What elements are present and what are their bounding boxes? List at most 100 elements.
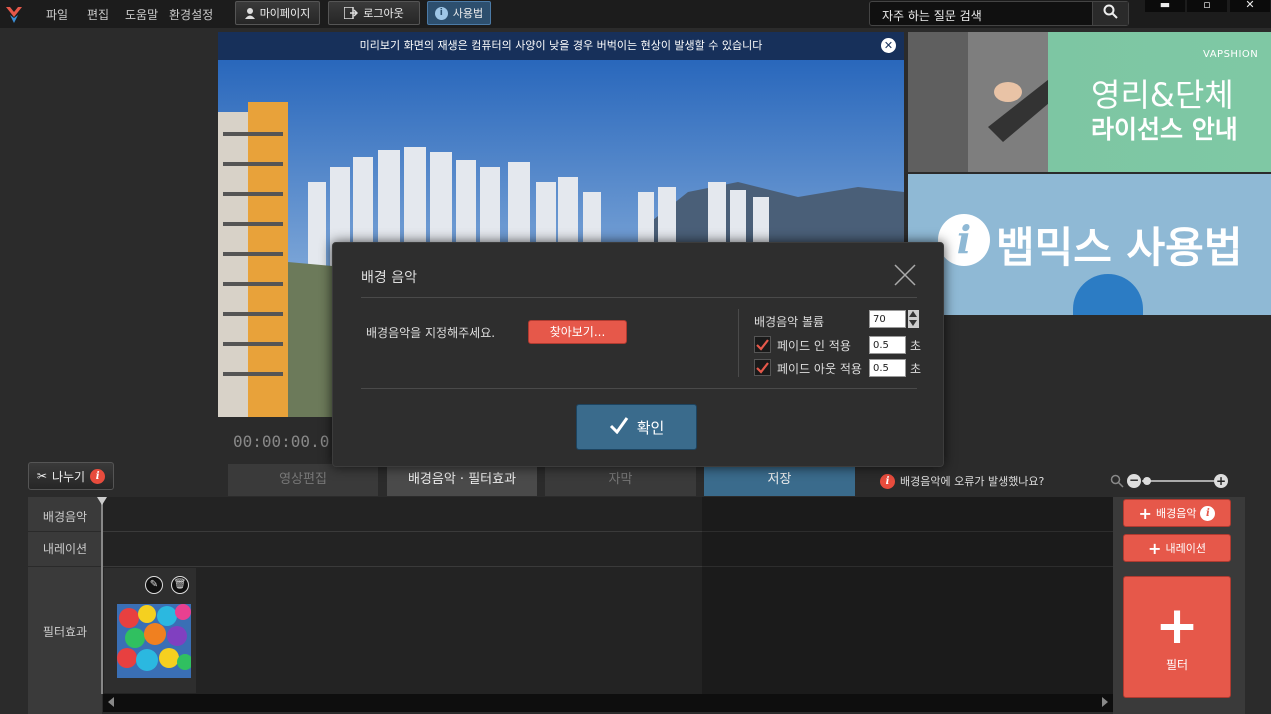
dialog-prompt: 배경음악을 지정해주세요. xyxy=(366,326,496,340)
fade-in-checkbox[interactable] xyxy=(754,336,771,353)
howto-button[interactable]: i 사용법 xyxy=(427,1,491,25)
close-window-button[interactable]: ✕ xyxy=(1230,0,1270,12)
error-note-text: 배경음악에 오류가 발생했나요? xyxy=(900,475,1045,488)
checkmark-icon xyxy=(755,360,770,379)
volume-input[interactable]: 70 xyxy=(869,310,906,328)
mypage-button[interactable]: 마이페이지 xyxy=(235,1,320,25)
fade-out-checkbox[interactable] xyxy=(754,359,771,376)
howto-ad-banner[interactable]: i 뱁믹스 사용법 xyxy=(908,174,1271,315)
add-bgm-label: 배경음악 xyxy=(1155,507,1197,520)
menu-file[interactable]: 파일 xyxy=(46,6,68,23)
error-info-icon: i xyxy=(880,473,895,489)
timeline-zoom: − + xyxy=(1110,473,1230,489)
timeline-empty-region xyxy=(702,497,1113,694)
notice-close-icon[interactable]: ✕ xyxy=(881,38,896,53)
playhead[interactable] xyxy=(101,497,103,694)
howto-label: 사용법 xyxy=(452,7,484,20)
maximize-button[interactable]: ▫ xyxy=(1187,0,1227,12)
add-bgm-info-icon[interactable]: i xyxy=(1200,505,1216,521)
dialog-title: 배경 음악 xyxy=(361,270,417,286)
scroll-left-icon[interactable] xyxy=(108,697,114,707)
browse-button[interactable]: 찾아보기... xyxy=(528,320,627,344)
volume-spinner[interactable] xyxy=(908,310,919,328)
spin-down-icon[interactable] xyxy=(909,320,917,326)
edit-clip-icon[interactable]: ✎ xyxy=(145,576,163,594)
menu-edit[interactable]: 편집 xyxy=(87,6,109,23)
user-icon xyxy=(244,7,255,19)
faq-search-input[interactable]: 자주 하는 질문 검색 xyxy=(869,1,1129,26)
fade-out-unit: 초 xyxy=(910,362,922,376)
dialog-vertical-divider xyxy=(738,309,739,377)
search-button[interactable] xyxy=(1092,2,1128,25)
scissors-icon: ✂ xyxy=(36,469,47,483)
fade-in-input[interactable]: 0.5 xyxy=(869,336,906,354)
search-placeholder: 자주 하는 질문 검색 xyxy=(882,9,982,23)
checkmark-icon xyxy=(755,337,770,356)
add-bgm-button[interactable]: + 배경음악 i xyxy=(1123,499,1231,527)
plus-icon: + xyxy=(1138,503,1152,523)
bgm-error-link[interactable]: i 배경음악에 오류가 발생했나요? xyxy=(880,473,1044,489)
menu-help[interactable]: 도움말 xyxy=(125,6,158,23)
scroll-right-icon[interactable] xyxy=(1102,697,1108,707)
split-label: 나누기 xyxy=(51,469,86,484)
license-ad-banner[interactable]: VAPSHION 영리&단체 라이선스 안내 xyxy=(908,32,1271,172)
add-filter-label: 필터 xyxy=(1165,657,1189,672)
confirm-button[interactable]: 확인 xyxy=(576,404,697,450)
split-info-icon[interactable]: i xyxy=(90,468,106,484)
add-narration-label: 내레이션 xyxy=(1165,542,1206,555)
playhead-marker[interactable] xyxy=(97,497,107,505)
tab-video-edit[interactable]: 영상편집 xyxy=(228,464,378,496)
timeline-scrollbar[interactable] xyxy=(103,694,1113,712)
add-narration-button[interactable]: + 내레이션 xyxy=(1123,534,1231,562)
tab-subtitle[interactable]: 자막 xyxy=(545,464,696,496)
info-circle-icon: i xyxy=(938,214,990,266)
logout-label: 로그아웃 xyxy=(363,7,404,20)
add-track-panel: + 배경음악 i + 내레이션 + 필터 xyxy=(1113,497,1245,714)
tab-save[interactable]: 저장 xyxy=(704,464,855,496)
zoom-search-icon xyxy=(1110,473,1124,492)
balloons-thumbnail xyxy=(117,604,191,678)
split-button[interactable]: ✂ 나누기 i xyxy=(28,462,114,490)
mypage-label: 마이페이지 xyxy=(259,7,311,20)
logout-button[interactable]: 로그아웃 xyxy=(328,1,420,25)
confirm-label: 확인 xyxy=(636,418,665,437)
fade-out-label: 페이드 아웃 적용 xyxy=(777,362,862,376)
add-filter-button[interactable]: + 필터 xyxy=(1123,576,1231,698)
minimize-button[interactable]: ▬ xyxy=(1145,0,1185,12)
logout-icon xyxy=(343,6,359,20)
ad-howto-title: 뱁믹스 사용법 xyxy=(996,223,1243,272)
large-plus-icon: + xyxy=(1155,595,1199,656)
track-label-filter: 필터효과 xyxy=(42,625,88,639)
fade-out-input[interactable]: 0.5 xyxy=(869,359,906,377)
track-label-narration: 내레이션 xyxy=(42,542,88,556)
tab-bgm-filter[interactable]: 배경음악 · 필터효과 xyxy=(387,464,537,496)
zoom-in-icon[interactable]: + xyxy=(1214,474,1228,488)
app-logo-icon xyxy=(4,3,24,25)
preview-notice-text: 미리보기 화면의 재생은 컴퓨터의 사양이 낮을 경우 버벅이는 현상이 발생할… xyxy=(359,39,763,52)
preview-notice-banner: 미리보기 화면의 재생은 컴퓨터의 사양이 낮을 경우 버벅이는 현상이 발생할… xyxy=(218,32,904,60)
bird-illustration xyxy=(1073,274,1143,315)
ad-license-line2: 라이선스 안내 xyxy=(1091,115,1238,144)
spin-up-icon[interactable] xyxy=(909,311,917,317)
dialog-divider-bottom xyxy=(361,388,917,389)
businessman-illustration xyxy=(908,32,1048,172)
ad-brand: VAPSHION xyxy=(1203,49,1259,60)
bgm-dialog: 배경 음악 배경음악을 지정해주세요. 찾아보기... 배경음악 볼륨 70 페… xyxy=(332,242,944,467)
fade-in-unit: 초 xyxy=(910,339,922,353)
timeline-track-labels: 배경음악 내레이션 필터효과 xyxy=(28,497,102,714)
delete-clip-icon[interactable]: 🗑 xyxy=(171,576,189,594)
timecode: 00:00:00.0 xyxy=(233,432,330,451)
plus-icon: + xyxy=(1148,538,1162,558)
dialog-close-icon[interactable] xyxy=(893,263,917,287)
zoom-slider-handle[interactable] xyxy=(1143,477,1151,485)
track-label-bgm: 배경음악 xyxy=(42,510,88,524)
volume-label: 배경음악 볼륨 xyxy=(754,315,825,329)
zoom-out-icon[interactable]: − xyxy=(1127,474,1141,488)
filter-clip[interactable]: ✎ 🗑 xyxy=(104,568,196,693)
fade-in-label: 페이드 인 적용 xyxy=(777,339,851,353)
search-icon xyxy=(1103,4,1118,23)
zoom-slider-track[interactable] xyxy=(1142,480,1214,482)
check-icon xyxy=(609,416,629,438)
info-icon: i xyxy=(434,6,448,20)
menu-settings[interactable]: 환경설정 xyxy=(169,6,213,23)
